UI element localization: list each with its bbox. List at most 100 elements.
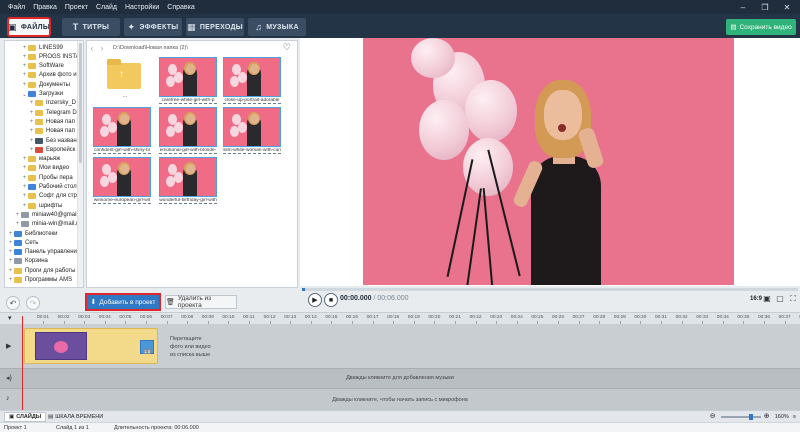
back-icon[interactable]: ‹ [87, 44, 97, 53]
redo-button[interactable]: ↷ [26, 296, 40, 310]
zoom-in-icon[interactable]: ⊕ [764, 413, 772, 421]
expand-icon[interactable]: + [28, 138, 35, 144]
music-track[interactable]: ◂) Дважды кликните для добавления музыки [0, 368, 800, 388]
expand-icon[interactable]: + [28, 119, 35, 125]
tree-item[interactable]: + Рабочий стол [21, 183, 77, 192]
playback-progress[interactable] [302, 288, 798, 291]
file-thumbnail[interactable]: close-up-portrait-adorable [223, 57, 281, 105]
remove-from-project-button[interactable]: 🗑 Удалить из проекта [165, 295, 237, 309]
expand-icon[interactable]: + [21, 156, 28, 162]
tree-item[interactable]: + Мои видео [21, 164, 69, 173]
expand-icon[interactable]: + [7, 277, 14, 283]
tab-slides[interactable]: ▣ СЛАЙДЫ [4, 412, 47, 422]
tab-transitions[interactable]: ▦ ПЕРЕХОДЫ [186, 18, 244, 36]
favorite-icon[interactable]: ♡ [283, 42, 291, 53]
tree-item[interactable]: + PROGS INSTAL [21, 52, 83, 61]
expand-icon[interactable]: + [28, 110, 35, 116]
menu-project[interactable]: Проект [61, 4, 92, 11]
snapshot-icon[interactable]: ▢ [775, 294, 785, 304]
expand-icon[interactable]: + [7, 258, 14, 264]
expand-icon[interactable]: + [28, 100, 35, 106]
menu-help[interactable]: Справка [163, 4, 198, 11]
tree-item[interactable]: + марьяж [21, 155, 60, 164]
zoom-slider[interactable] [720, 414, 761, 420]
file-thumbnail[interactable]: emotional-girl-with-blonde- [159, 107, 217, 155]
tree-item[interactable]: + Софт для стра [21, 192, 80, 201]
expand-icon[interactable]: + [21, 72, 28, 78]
expand-icon[interactable]: + [21, 203, 28, 209]
menu-file[interactable]: Файл [4, 4, 29, 11]
tree-item[interactable]: + шрифты [21, 201, 62, 210]
tree-item[interactable]: + LINES99 [21, 43, 63, 52]
tree-item[interactable]: + Без назван [28, 136, 77, 145]
expand-icon[interactable]: + [21, 193, 28, 199]
stop-button[interactable]: ■ [324, 293, 338, 307]
tree-item[interactable]: + miniaw40@gmail [14, 210, 78, 219]
expand-icon[interactable]: + [28, 128, 35, 134]
tree-item[interactable]: + Программы AMS [7, 276, 72, 285]
tab-music[interactable]: ♫ МУЗЫКА [248, 18, 306, 36]
expand-icon[interactable]: + [21, 63, 28, 69]
tab-files[interactable]: ▣ ФАЙЛЫ [7, 17, 51, 37]
tree-item[interactable]: + SoftWare [21, 62, 64, 71]
tree-item[interactable]: + Библиотеки [7, 229, 58, 238]
expand-icon[interactable]: + [21, 54, 28, 60]
tree-item[interactable]: + Telegram D [28, 108, 77, 117]
zoom-out-icon[interactable]: ⊖ [710, 413, 718, 421]
undo-button[interactable]: ↶ [6, 296, 20, 310]
timeline-ruler[interactable]: ▾ 00:01 00:02 00:03 00:04 00:05 00:06 00:07 00:… [0, 312, 800, 325]
maximize-icon[interactable]: ❐ [754, 3, 776, 12]
expand-icon[interactable]: + [7, 268, 14, 274]
save-video-button[interactable]: ▤ Сохранить видео [726, 19, 796, 35]
tab-timeline-scale[interactable]: ▤ ШКАЛА ВРЕМЕНИ [44, 412, 107, 422]
tree-item[interactable]: + minia-win@mail.r [14, 220, 78, 229]
menu-slide[interactable]: Слайд [92, 4, 121, 11]
timeline-clip[interactable] [24, 328, 158, 364]
close-icon[interactable]: ✕ [776, 3, 798, 12]
playhead[interactable] [22, 316, 23, 410]
expand-icon[interactable]: ⌄ [21, 91, 28, 98]
expand-icon[interactable]: + [7, 231, 14, 237]
file-thumbnail[interactable]: confident-girl-with-shiny-bl [93, 107, 151, 155]
expand-icon[interactable]: + [14, 212, 21, 218]
tree-item[interactable]: ⌄ Загрузки [21, 90, 63, 99]
file-thumbnail[interactable]: carefree-white-girl-with-p [159, 57, 217, 105]
aspect-ratio[interactable]: 16:9 [750, 296, 762, 302]
tab-titles[interactable]: T ТИТРЫ [62, 18, 120, 36]
crop-icon[interactable]: ▣ [762, 294, 772, 304]
tree-item[interactable]: + Сеть [7, 238, 38, 247]
tree-scrollbar[interactable] [77, 41, 83, 287]
tree-item[interactable]: + Проги для работы [7, 266, 76, 275]
preview-image[interactable] [363, 38, 734, 285]
expand-icon[interactable]: + [7, 240, 14, 246]
file-thumbnail[interactable]: slim-white-woman-with-curi [223, 107, 281, 155]
file-thumbnail[interactable]: wonderful-birthday-girl-with [159, 157, 217, 205]
expand-icon[interactable]: + [21, 175, 28, 181]
microphone-track[interactable]: ♪ Дважды кликните, чтобы начать запись с… [0, 388, 800, 410]
tree-item[interactable]: + Панель управления [7, 248, 80, 257]
expand-icon[interactable]: + [21, 184, 28, 190]
expand-icon[interactable]: + [21, 45, 28, 51]
play-button[interactable]: ▶ [308, 293, 322, 307]
tree-item[interactable]: + Архив фото и [21, 71, 77, 80]
tree-scroll-thumb[interactable] [79, 43, 82, 163]
tree-item[interactable]: + Корзина [7, 257, 48, 266]
expand-icon[interactable]: + [14, 221, 21, 227]
file-thumbnail[interactable]: winsome-european-girl-wit [93, 157, 151, 205]
expand-icon[interactable]: + [21, 82, 28, 88]
menu-settings[interactable]: Настройки [121, 4, 163, 11]
expand-icon[interactable]: + [28, 147, 35, 153]
zoom-menu-icon[interactable]: ≡ [793, 414, 796, 420]
tree-item[interactable]: + Документы [21, 80, 70, 89]
tree-item[interactable]: + Inzersky_D [28, 99, 76, 108]
minimize-icon[interactable]: – [732, 3, 754, 12]
tree-item[interactable]: + Европейск [28, 145, 75, 154]
tree-item[interactable]: + Новая пап [28, 117, 75, 126]
tree-item[interactable]: + Пробы пера [21, 173, 73, 182]
add-to-project-button[interactable]: ⬇ Добавить в проект [85, 293, 161, 311]
expand-icon[interactable]: + [7, 249, 14, 255]
menu-edit[interactable]: Правка [29, 4, 61, 11]
expand-icon[interactable]: + [21, 165, 28, 171]
fullscreen-icon[interactable]: ⛶ [788, 294, 798, 304]
forward-icon[interactable]: › [97, 44, 107, 53]
